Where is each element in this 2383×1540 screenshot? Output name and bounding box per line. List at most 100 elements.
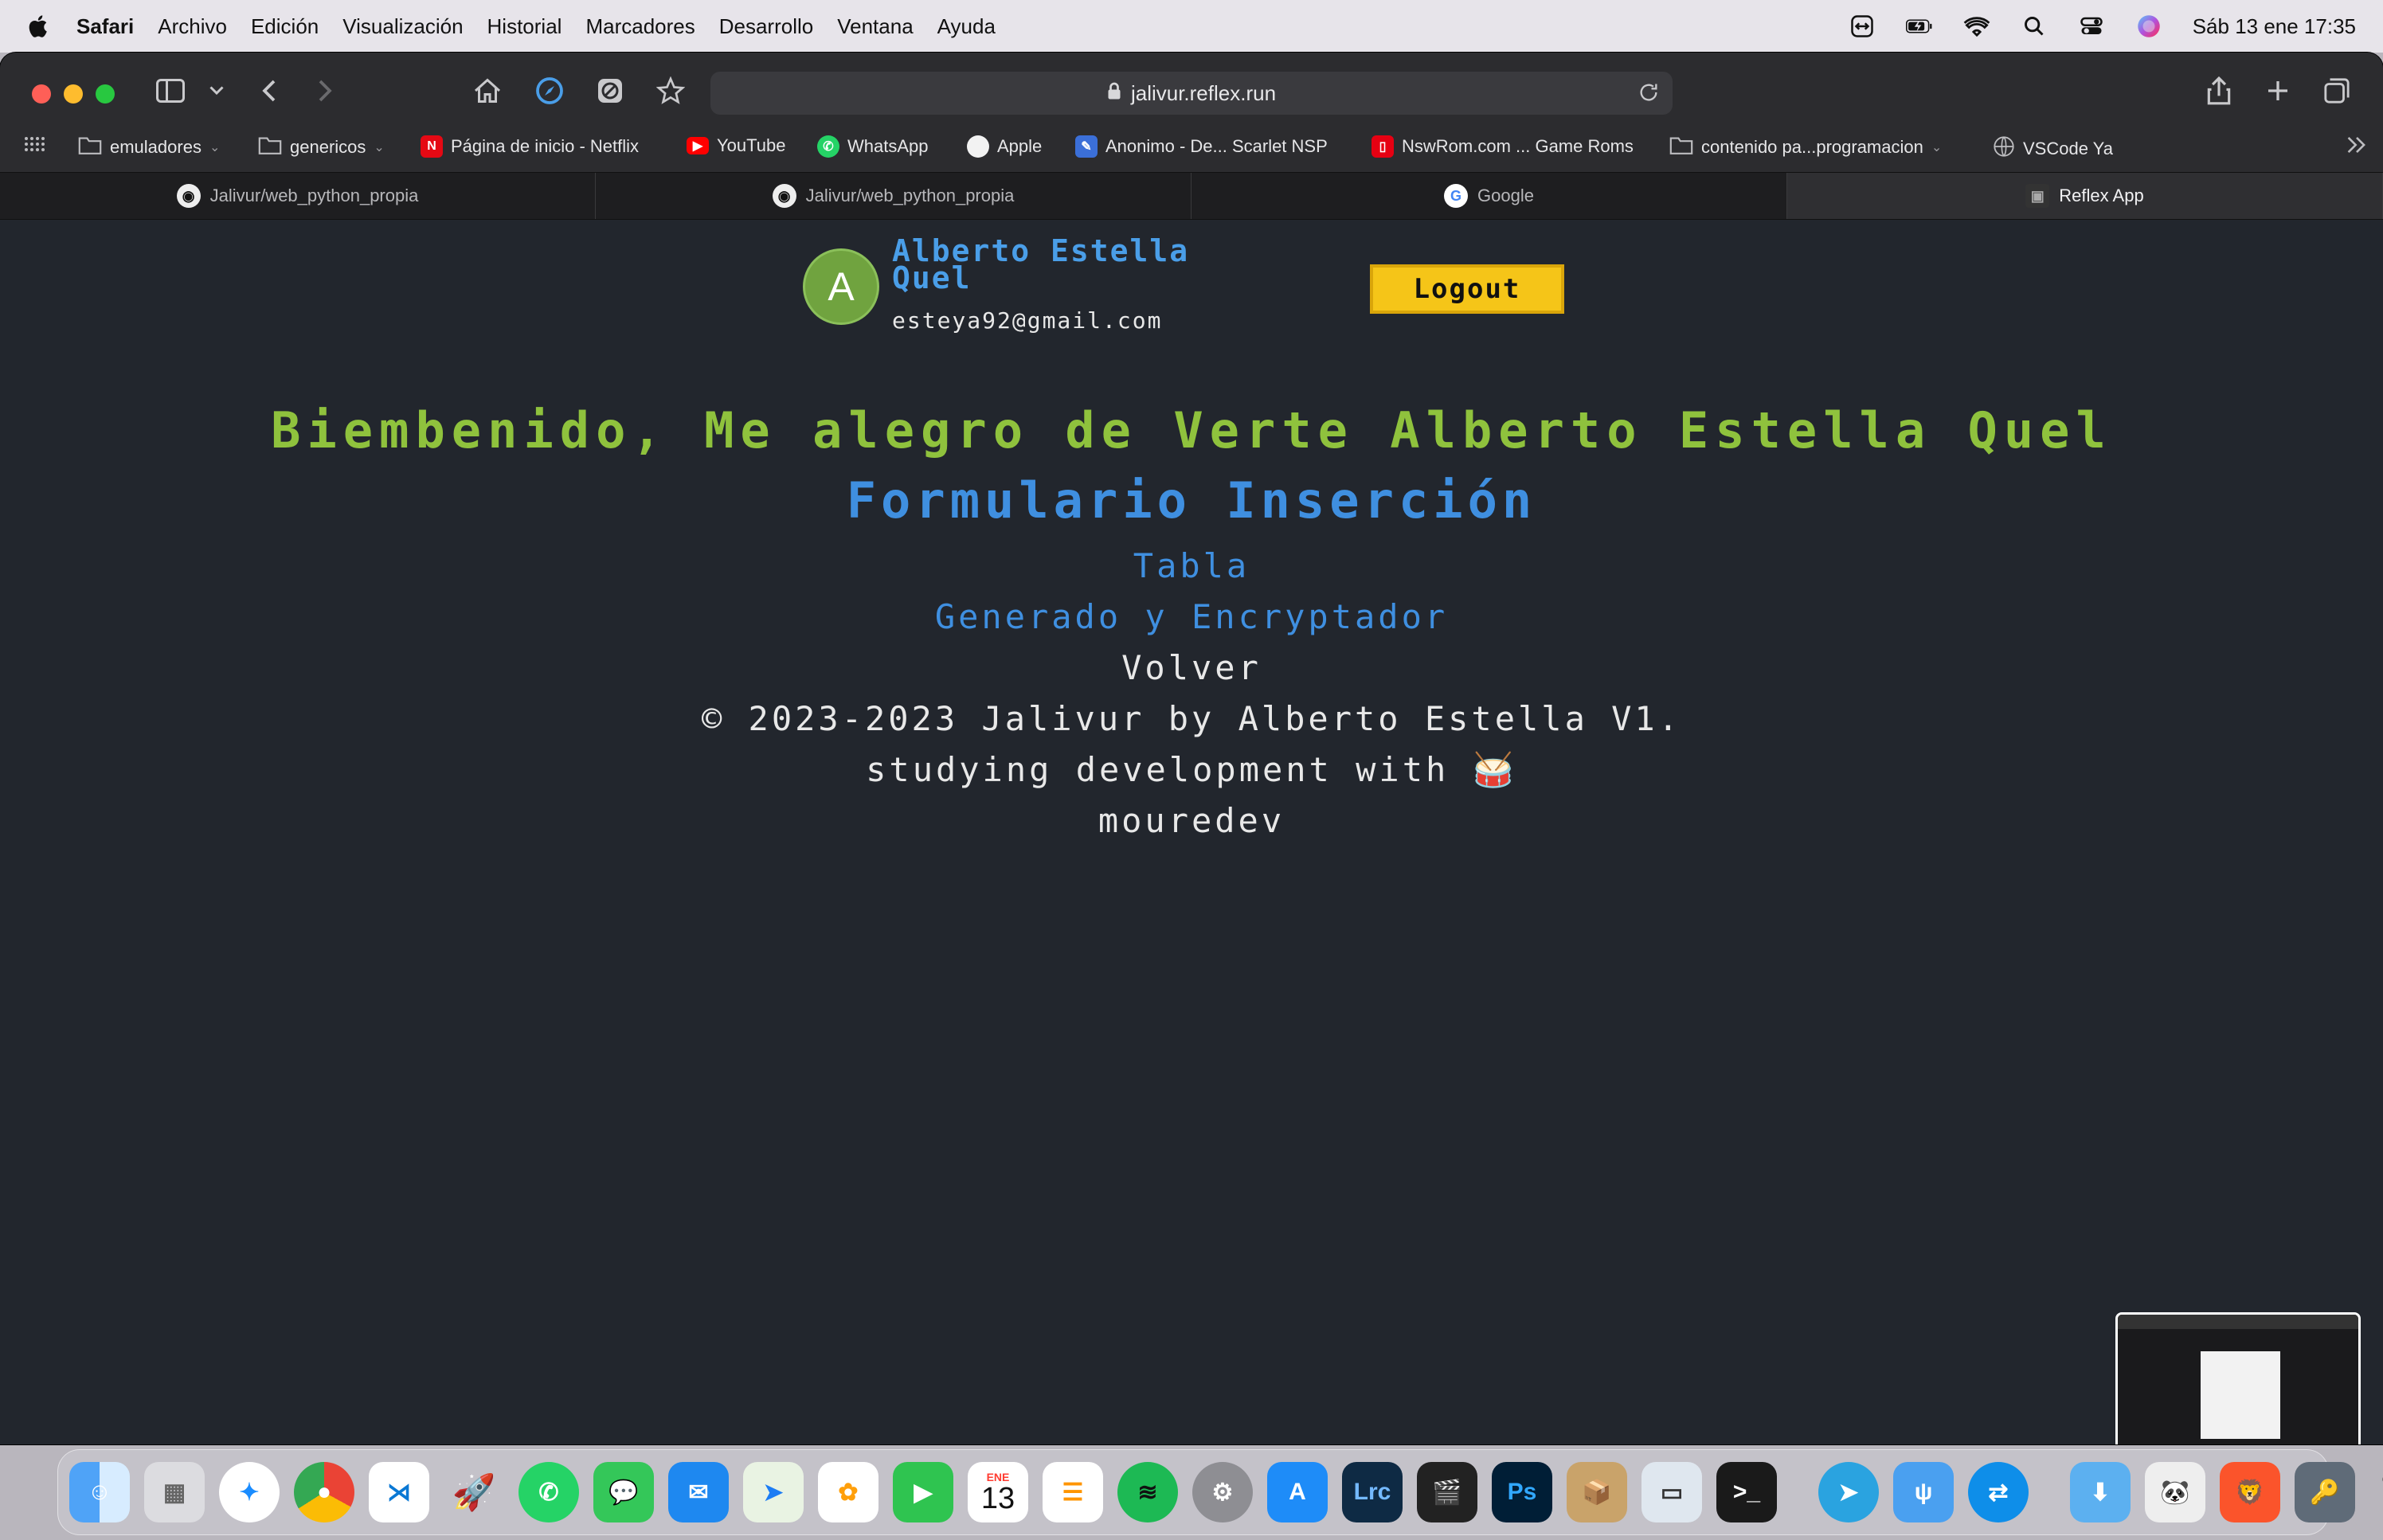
system-settings-icon[interactable]: ⚙ xyxy=(1192,1462,1253,1522)
reminders-icon[interactable]: ☰ xyxy=(1043,1462,1103,1522)
brave-icon[interactable]: 🦁 xyxy=(2220,1462,2280,1522)
footer-studying: studying development with 🥁 xyxy=(866,750,1517,789)
table-link[interactable]: Tabla xyxy=(0,546,2383,585)
telegram-icon[interactable]: ➤ xyxy=(1818,1462,1879,1522)
bookmark-youtube[interactable]: ▶ YouTube xyxy=(687,135,785,156)
bookmark-site-icon: ✎ xyxy=(1075,135,1098,158)
home-icon[interactable] xyxy=(472,75,503,107)
tab-google[interactable]: G Google xyxy=(1192,173,1787,219)
battery-icon[interactable] xyxy=(1905,14,1933,38)
bookmark-emuladores[interactable]: emuladores ⌄ xyxy=(78,135,220,159)
keychain-icon[interactable]: 🔑 xyxy=(2295,1462,2355,1522)
safari-compass-icon[interactable] xyxy=(534,75,565,107)
menu-marcadores[interactable]: Marcadores xyxy=(585,14,695,39)
sidebar-toggle-icon[interactable] xyxy=(155,75,186,107)
bookmark-label: contenido pa...programacion xyxy=(1701,137,1923,157)
bookmark-whatsapp[interactable]: ✆ WhatsApp xyxy=(817,135,929,158)
final-cut-icon[interactable]: 🎬 xyxy=(1417,1462,1477,1522)
apple-menu-icon[interactable] xyxy=(25,13,53,40)
screenshot-thumbnail[interactable] xyxy=(2115,1312,2361,1444)
tab-github-1[interactable]: ◉ Jalivur/web_python_propia xyxy=(0,173,596,219)
bookmark-contenido[interactable]: contenido pa...programacion ⌄ xyxy=(1669,135,1942,159)
more-bookmarks-icon[interactable] xyxy=(2346,135,2367,154)
photoshop-icon[interactable]: Ps xyxy=(1492,1462,1552,1522)
mail-icon[interactable]: ✉ xyxy=(668,1462,729,1522)
teamviewer-status-icon[interactable] xyxy=(1849,14,1876,38)
safari-icon[interactable]: ✦ xyxy=(219,1462,280,1522)
spotlight-search-icon[interactable] xyxy=(2021,14,2048,38)
wifi-icon[interactable] xyxy=(1963,14,1990,38)
generator-link[interactable]: Generado y Encryptador xyxy=(0,597,2383,636)
bookmark-netflix[interactable]: N Página de inicio - Netflix xyxy=(421,135,639,158)
menu-visualizacion[interactable]: Visualización xyxy=(342,14,463,39)
tab-github-2[interactable]: ◉ Jalivur/web_python_propia xyxy=(596,173,1192,219)
bookmark-scarlet[interactable]: ✎ Anonimo - De... Scarlet NSP xyxy=(1075,135,1328,158)
vscode-icon[interactable]: ⋊ xyxy=(369,1462,429,1522)
teamviewer-icon[interactable]: ⇄ xyxy=(1968,1462,2029,1522)
rocket-icon[interactable]: 🚀 xyxy=(444,1462,504,1522)
bookmark-label: VSCode Ya xyxy=(2023,139,2113,158)
app-store-icon[interactable]: A xyxy=(1267,1462,1328,1522)
close-window-button[interactable] xyxy=(32,84,51,104)
share-icon[interactable] xyxy=(2203,75,2235,107)
globe-icon xyxy=(1993,135,2015,162)
minimize-window-button[interactable] xyxy=(64,84,83,104)
menu-app-name[interactable]: Safari xyxy=(76,14,134,39)
tab-label: Jalivur/web_python_propia xyxy=(805,186,1015,205)
terminal-icon[interactable]: >_ xyxy=(1716,1462,1777,1522)
avatar: A xyxy=(803,248,879,325)
downloads-folder-icon[interactable]: ⬇ xyxy=(2070,1462,2131,1522)
netflix-icon: N xyxy=(421,135,443,158)
messages-icon[interactable]: 💬 xyxy=(593,1462,654,1522)
welcome-heading: Biembenido, Me alegro de Verte Alberto E… xyxy=(271,401,2112,459)
photos-icon[interactable]: ✿ xyxy=(818,1462,878,1522)
launchpad-icon[interactable]: ▦ xyxy=(144,1462,205,1522)
whatsapp-icon[interactable]: ✆ xyxy=(518,1462,579,1522)
finder-icon[interactable]: ☺ xyxy=(69,1462,130,1522)
menu-ventana[interactable]: Ventana xyxy=(837,14,913,39)
archive-utility-icon[interactable]: 📦 xyxy=(1567,1462,1627,1522)
bookmark-genericos[interactable]: genericos ⌄ xyxy=(258,135,385,159)
control-center-icon[interactable] xyxy=(2078,14,2105,38)
new-tab-icon[interactable] xyxy=(2262,75,2294,107)
forward-icon[interactable] xyxy=(309,75,341,107)
menu-bar: Safari Archivo Edición Visualización His… xyxy=(0,0,2383,53)
form-insert-link[interactable]: Formulario Inserción xyxy=(0,471,2383,530)
fork-icon[interactable]: ψ xyxy=(1893,1462,1954,1522)
bookmark-nswrom[interactable]: ▯ NswRom.com ... Game Roms xyxy=(1371,135,1634,158)
menu-historial[interactable]: Historial xyxy=(487,14,562,39)
menu-archivo[interactable]: Archivo xyxy=(158,14,227,39)
preview-icon[interactable]: ▭ xyxy=(1641,1462,1702,1522)
lightroom-icon[interactable]: Lrc xyxy=(1342,1462,1403,1522)
safari-window: jalivur.reflex.run emuladores ⌄ generico… xyxy=(0,53,2383,1444)
trash-icon[interactable]: 🗑 xyxy=(2369,1462,2383,1522)
logout-button[interactable]: Logout xyxy=(1370,264,1564,314)
maps-icon[interactable]: ➤ xyxy=(743,1462,804,1522)
web-page: A Alberto Estella Quel esteya92@gmail.co… xyxy=(0,220,2383,1444)
siri-icon[interactable] xyxy=(2135,14,2162,38)
blocker-extension-icon[interactable] xyxy=(594,75,626,107)
menu-edicion[interactable]: Edición xyxy=(251,14,319,39)
menu-desarrollo[interactable]: Desarrollo xyxy=(719,14,814,39)
tab-reflex-app[interactable]: ▣ Reflex App xyxy=(1787,173,2383,219)
chrome-icon[interactable]: ● xyxy=(294,1462,354,1522)
url-text[interactable]: jalivur.reflex.run xyxy=(1131,81,1276,106)
panda-icon[interactable]: 🐼 xyxy=(2145,1462,2205,1522)
reload-icon[interactable] xyxy=(1638,81,1660,109)
spotify-icon[interactable]: ≋ xyxy=(1117,1462,1178,1522)
menu-clock[interactable]: Sáb 13 ene 17:35 xyxy=(2193,14,2356,39)
facetime-icon[interactable]: ▶ xyxy=(893,1462,953,1522)
tab-overview-icon[interactable] xyxy=(2321,75,2353,107)
star-icon[interactable] xyxy=(655,75,687,107)
menu-ayuda[interactable]: Ayuda xyxy=(937,14,996,39)
bookmarks-grid-icon[interactable] xyxy=(24,135,45,153)
zoom-window-button[interactable] xyxy=(96,84,115,104)
chevron-down-icon: ⌄ xyxy=(374,141,385,154)
back-link[interactable]: Volver xyxy=(0,648,2383,687)
calendar-icon[interactable]: ENE 13 xyxy=(968,1462,1028,1522)
back-icon[interactable] xyxy=(253,75,285,107)
chevron-down-icon[interactable] xyxy=(201,75,233,107)
address-bar[interactable]: jalivur.reflex.run xyxy=(710,72,1673,115)
bookmark-vscode-ya[interactable]: VSCode Ya xyxy=(1993,135,2113,162)
bookmark-apple[interactable]: Apple xyxy=(967,135,1042,158)
